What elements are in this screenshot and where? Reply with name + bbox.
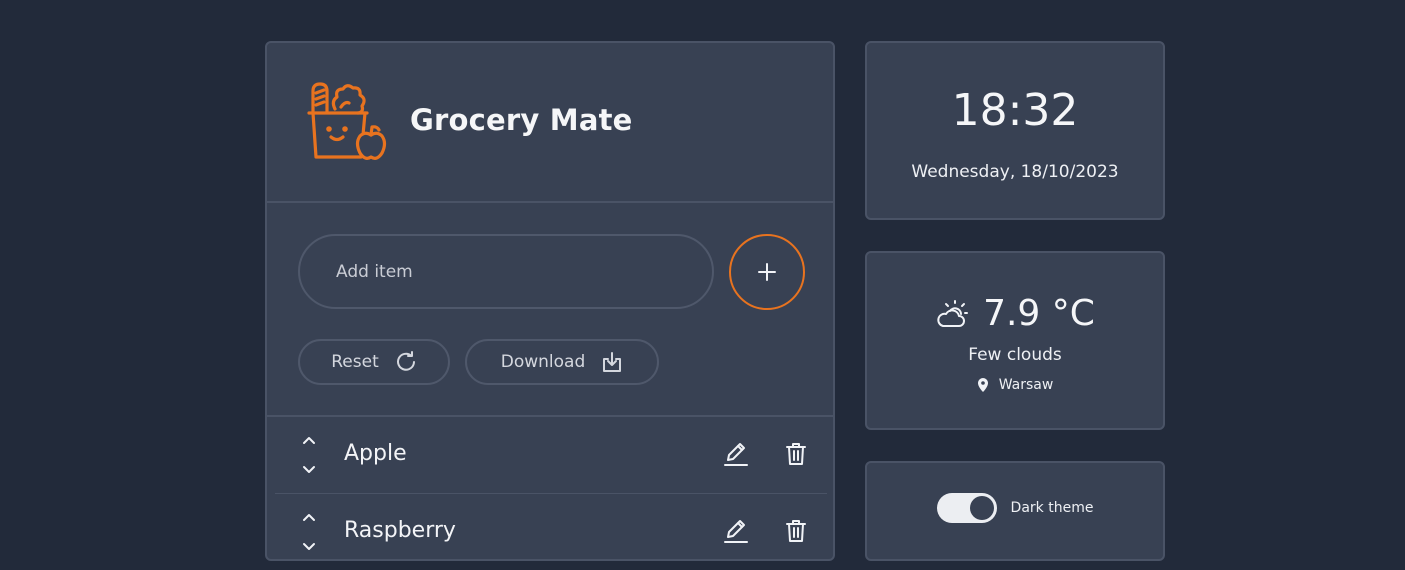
weather-description: Few clouds	[968, 345, 1062, 365]
trash-icon[interactable]	[785, 442, 807, 466]
download-icon	[603, 352, 622, 372]
weather-temperature: 7.9 °C	[983, 293, 1095, 334]
grocery-panel: Grocery Mate Reset Download Apple	[265, 41, 835, 561]
theme-label: Dark theme	[1010, 500, 1094, 516]
edit-icon[interactable]	[724, 518, 748, 544]
location-name: Warsaw	[998, 377, 1054, 393]
reset-button[interactable]: Reset	[298, 339, 450, 385]
download-label: Download	[500, 352, 586, 372]
weather-main-row: 7.9 °C	[867, 293, 1163, 334]
item-name: Apple	[344, 441, 407, 466]
reset-label: Reset	[331, 352, 379, 372]
add-item-button[interactable]	[729, 234, 805, 310]
refresh-icon	[396, 351, 415, 371]
location-pin-icon	[977, 378, 988, 392]
theme-widget: Dark theme	[865, 461, 1165, 561]
app-title: Grocery Mate	[410, 103, 633, 137]
item-name: Raspberry	[344, 518, 456, 543]
plus-icon	[758, 263, 776, 281]
weather-location: Warsaw	[867, 377, 1163, 393]
edit-icon[interactable]	[724, 441, 748, 467]
trash-icon[interactable]	[785, 519, 807, 543]
clock-time: 18:32	[951, 85, 1079, 136]
add-item-input[interactable]	[298, 234, 714, 309]
app-header: Grocery Mate	[267, 43, 833, 203]
grocery-bag-logo-icon	[307, 82, 387, 160]
reorder-arrows-icon[interactable]	[299, 435, 319, 475]
reorder-arrows-icon[interactable]	[299, 512, 319, 552]
list-item: Apple	[275, 417, 827, 494]
list-item: Raspberry	[275, 494, 827, 570]
theme-row: Dark theme	[867, 493, 1163, 523]
clock-widget: 18:32 Wednesday, 18/10/2023	[865, 41, 1165, 220]
toggle-knob	[969, 496, 994, 520]
weather-widget: 7.9 °C Few clouds Warsaw	[865, 251, 1165, 430]
cloud-sun-icon	[937, 299, 969, 327]
dark-theme-toggle[interactable]	[936, 493, 997, 523]
download-button[interactable]: Download	[465, 339, 659, 385]
clock-date: Wednesday, 18/10/2023	[911, 162, 1119, 182]
